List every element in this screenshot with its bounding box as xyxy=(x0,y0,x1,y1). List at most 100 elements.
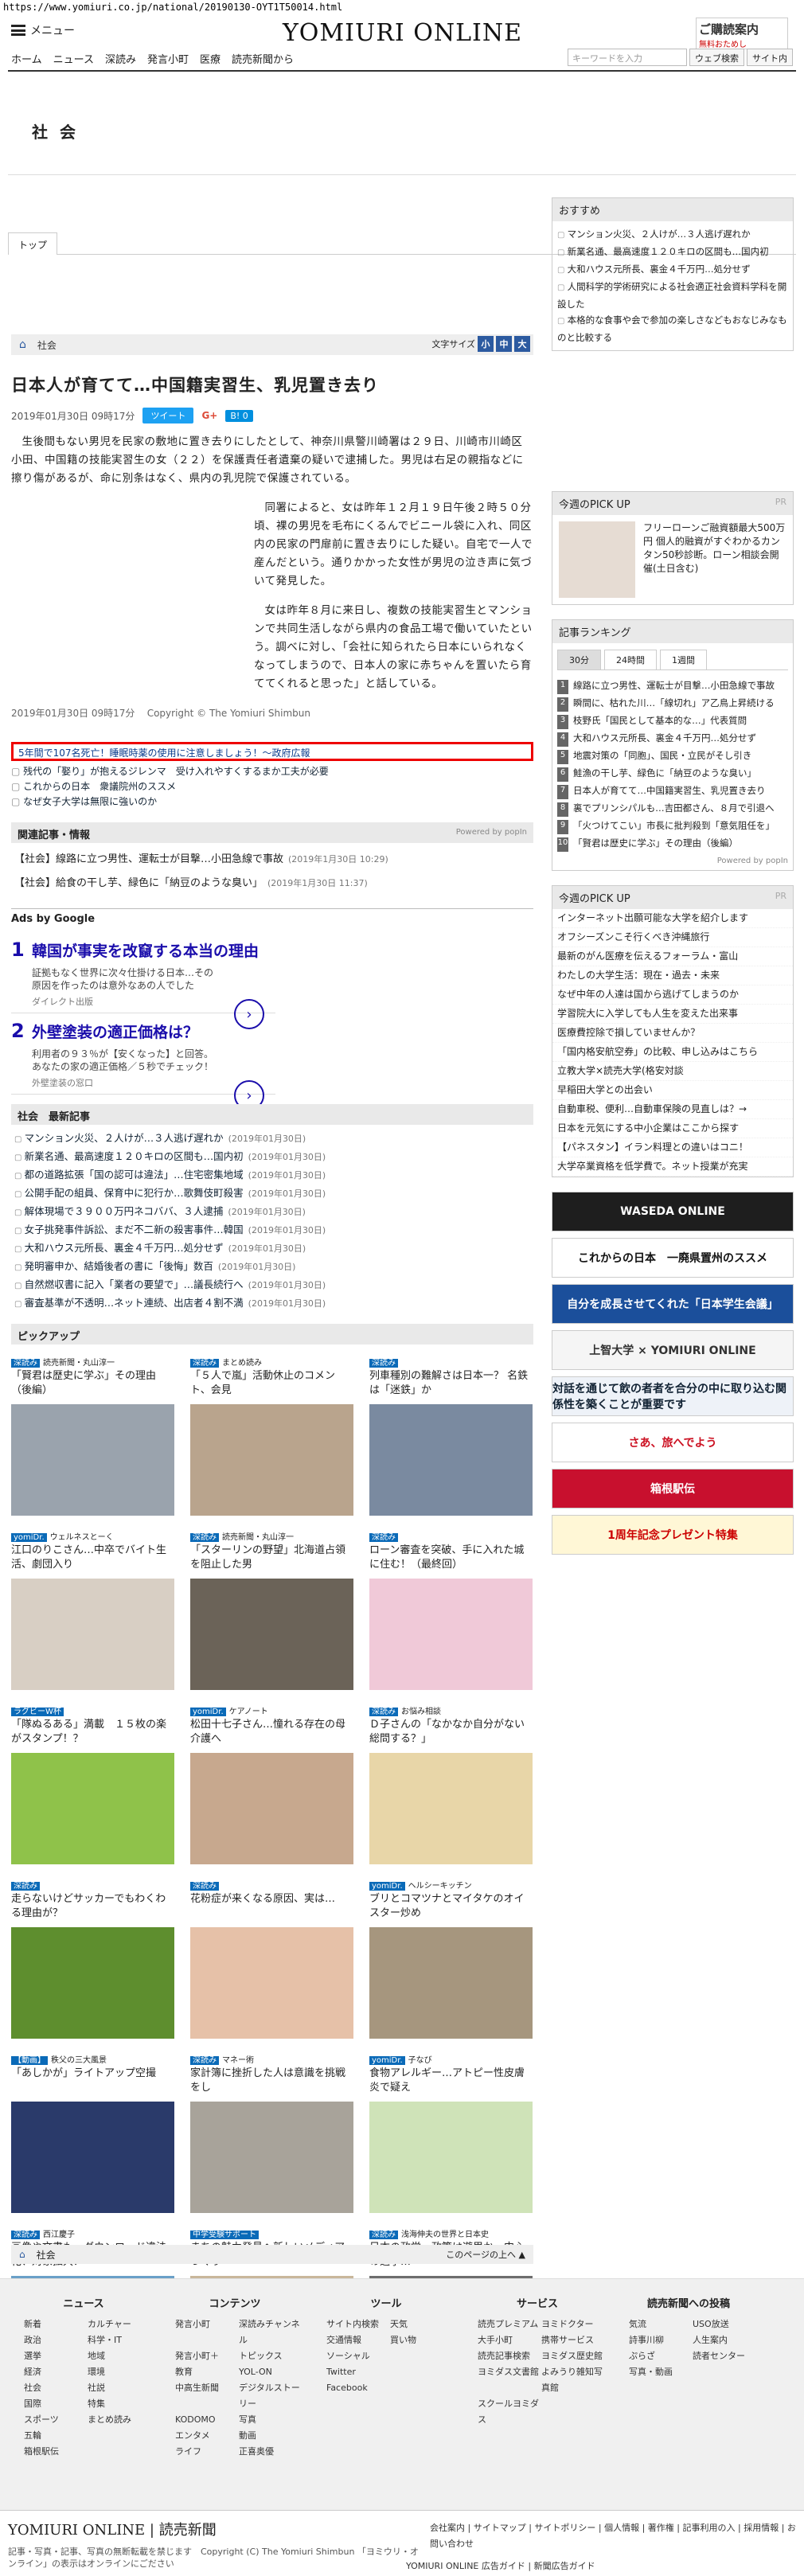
pickup2-item[interactable]: 大学卒業資格を低学費で。ネット授業が充実 xyxy=(552,1157,793,1177)
ranking-item[interactable]: 10 「賢君は歴史に学ぶ」その理由（後編） xyxy=(552,834,793,852)
pickup-card[interactable]: yomiDr. 子なび 食物アレルギー…アトピー性皮膚炎で疑え xyxy=(369,2053,533,2213)
footer-link[interactable]: 経済 xyxy=(24,2364,88,2380)
pickup-card[interactable]: 深読み 読売新聞・丸山淳一 「スターリンの野望」北海道占領を阻止した男 xyxy=(190,1530,353,1690)
pickup2-item[interactable]: 【パネスタン】イラン料理との違いはコニ！ xyxy=(552,1138,793,1157)
breadcrumb-section[interactable]: 社会 xyxy=(37,338,57,352)
home-icon[interactable]: ⌂ xyxy=(19,338,26,351)
promo-highlight-link[interactable]: 5年間で107名死亡！睡眠時薬の使用に注意しましょう！～政府広報 xyxy=(11,742,533,761)
gplus-button[interactable]: G+ xyxy=(201,410,217,421)
ranking-item[interactable]: 3 枝野氏「国民として基本的な…」代表質問 xyxy=(552,712,793,729)
footer-link[interactable]: 写真 xyxy=(239,2412,302,2428)
font-medium-button[interactable]: 中 xyxy=(496,336,512,352)
nav-item[interactable]: 発言小町 xyxy=(147,51,189,66)
home-icon[interactable]: ⌂ xyxy=(19,2249,25,2260)
tweet-button[interactable]: ツイート xyxy=(142,408,194,423)
footer-link[interactable]: 特集 xyxy=(88,2396,151,2412)
footer-link[interactable]: KODOMO xyxy=(175,2412,239,2428)
site-search-button[interactable]: サイト内 xyxy=(747,49,793,66)
footer-link[interactable]: 箱根駅伝 xyxy=(24,2444,88,2460)
recommend-item[interactable]: 大和ハウス元所長、裏金４千万円…処分せず xyxy=(552,261,793,279)
latest-item[interactable]: 自然燃収書に記入「業者の要望で」…議長続行へ (2019年01月30日) xyxy=(11,1276,533,1294)
footer-link[interactable]: 選挙 xyxy=(24,2348,88,2364)
recommend-item[interactable]: 新業名通、最高速度１２０キロの区間も…国内初 xyxy=(552,244,793,261)
ad-item[interactable]: 2 外壁塗装の適正価格は？ 利用者の９３％が【安くなった】と回答。あなたの家の適正価… xyxy=(11,1020,275,1110)
footer-link[interactable]: YOL-ON xyxy=(239,2364,302,2380)
pickup-card[interactable]: 深読み 花粉症が来くなる原因、実は… xyxy=(190,1879,353,2039)
font-large-button[interactable]: 大 xyxy=(514,336,530,352)
footer-link[interactable]: 環境 xyxy=(88,2364,151,2380)
footer-link[interactable]: 大手小町 xyxy=(478,2332,541,2348)
pickup-ad[interactable]: フリーローンご融資額最大500万円 個人的融資がすぐわかるカンタン50秒診断。ロ… xyxy=(552,515,793,604)
pickup2-item[interactable]: 医療費控除で損していませんか？ xyxy=(552,1024,793,1043)
footer-link[interactable]: 社会 xyxy=(24,2380,88,2396)
footer-link[interactable]: エンタメ xyxy=(175,2428,239,2444)
pickup2-item[interactable]: 最新のがん医療を伝えるフォーラム・富山 xyxy=(552,947,793,966)
pickup-card[interactable]: 深読み お悩み相談 Ｄ子さんの「なかなか自分がない総問する？」 xyxy=(369,1704,533,1864)
footer-link[interactable]: サイト内検索 xyxy=(326,2316,390,2332)
related-item[interactable]: 【社会】給食の干し芋、緑色に「納豆のような臭い」 (2019年1月30日 11:3… xyxy=(11,872,533,896)
footer-link[interactable]: ライフ xyxy=(175,2444,239,2460)
footer-link[interactable]: USO放送 xyxy=(693,2316,756,2332)
ranking-item[interactable]: 2 瞬間に、枯れた川…「線切れ」ア乙鳥上昇続ける xyxy=(552,694,793,712)
footer-link[interactable]: 社説 xyxy=(88,2380,151,2396)
web-search-button[interactable]: ウェブ検索 xyxy=(689,49,744,66)
pickup2-item[interactable]: 日本を元気にする中小企業はここから探す xyxy=(552,1119,793,1138)
recommend-item[interactable]: 人間科学的学術研究による社会適正社会資料学科を開設した xyxy=(552,279,793,312)
banner-ad[interactable]: 対話を通じて飲の者者を合分の中に取り込む関係性を築くことが重要です xyxy=(552,1376,794,1416)
pickup-card[interactable]: yomiDr. ウェルネスとーく 江口のりこさん…中卒でバイト生活、劇団入り xyxy=(11,1530,174,1690)
breadcrumb-section[interactable]: 社会 xyxy=(37,2248,56,2262)
pickup-card[interactable]: 深読み 読売新聞・丸山淳一 「賢君は歴史に学ぶ」その理由（後編） xyxy=(11,1356,174,1516)
footer-link[interactable]: ヨミダス歴史館 xyxy=(541,2348,605,2364)
pickup-card[interactable]: yomiDr. ヘルシーキッチン ブリとコマツナとマイタケのオイスター炒め xyxy=(369,1879,533,2039)
footer-link[interactable]: 五輪 xyxy=(24,2428,88,2444)
pickup2-item[interactable]: わたしの大学生活：現在・過去・未来 xyxy=(552,966,793,986)
footer-link[interactable]: 地域 xyxy=(88,2348,151,2364)
ad-guide-links[interactable]: YOMIURI ONLINE 広告ガイド | 新聞広告ガイド xyxy=(406,2559,595,2572)
footer-link[interactable]: よみうり雑知写真館 xyxy=(541,2364,605,2396)
footer-link[interactable]: 発言小町 xyxy=(175,2316,239,2348)
promo-link[interactable]: 残代の「娶り」が抱えるジレンマ 受け入れやすくするまか工夫が必要 xyxy=(11,764,533,779)
url-bar[interactable]: https://www.yomiuri.co.jp/national/20190… xyxy=(0,0,804,14)
pickup2-item[interactable]: 自動車税、便利…自動車保険の見直しは？→ xyxy=(552,1100,793,1119)
footer-link[interactable]: Facebook xyxy=(326,2380,390,2396)
footer-link[interactable]: 天気 xyxy=(390,2316,454,2332)
footer-link[interactable]: ヨミドクター xyxy=(541,2316,605,2332)
latest-item[interactable]: 都の道路拡張「国の認可は違法」…住宅密集地域 (2019年01月30日) xyxy=(11,1166,533,1185)
nav-item[interactable]: ホーム xyxy=(11,51,42,66)
ranking-item[interactable]: 4 大和ハウス元所長、裏金４千万円…処分せず xyxy=(552,729,793,747)
footer-link[interactable]: 正喜奥優 xyxy=(239,2444,302,2460)
pickup-card[interactable]: 深読み マネー術 家計簿に挫折した人は意識を挑戦をし xyxy=(190,2053,353,2213)
tab-top[interactable]: トップ xyxy=(8,232,58,255)
latest-item[interactable]: 新業名通、最高速度１２０キロの区間も…国内初 (2019年01月30日) xyxy=(11,1148,533,1166)
pickup2-item[interactable]: オフシーズンこそ行くべき沖縄旅行 xyxy=(552,928,793,947)
pickup2-item[interactable]: 学習院大に入学しても人生を変えた出来事 xyxy=(552,1005,793,1024)
nav-item[interactable]: ニュース xyxy=(53,51,94,66)
banner-ad[interactable]: 上智大学 × YOMIURI ONLINE xyxy=(552,1330,794,1370)
ranking-item[interactable]: 9 「火つけてこい」市長に批判殺到「意気阻任を」 xyxy=(552,817,793,834)
site-logo[interactable]: YOMIURI ONLINE xyxy=(283,19,522,47)
ad-item[interactable]: 1 韓国が事実を改竄する本当の理由 証拠もなく世界に次々仕掛ける日本…その原因を作っ… xyxy=(11,939,275,1029)
footer-link[interactable]: 読売記事検索 xyxy=(478,2348,541,2364)
footer-link[interactable]: ヨミダス文書館 xyxy=(478,2364,541,2396)
footer-link[interactable]: 深読みチャンネル xyxy=(239,2316,302,2348)
latest-item[interactable]: 大和ハウス元所長、裏金４千万円…処分せず (2019年01月30日) xyxy=(11,1239,533,1258)
ranking-tab[interactable]: 30分 xyxy=(557,650,601,669)
footer-link[interactable]: 買い物 xyxy=(390,2332,454,2348)
banner-ad[interactable]: 自分を成長させてくれた「日本学生会議」 xyxy=(552,1284,794,1324)
pickup-card[interactable]: 深読み 走らないけどサッカーでもわくわる理由が？ xyxy=(11,1879,174,2039)
footer-link[interactable]: まとめ読み xyxy=(88,2412,151,2428)
latest-item[interactable]: マンション火災、２人けが…３人逃げ遅れか (2019年01月30日) xyxy=(11,1130,533,1148)
footer-link[interactable]: Twitter xyxy=(326,2364,390,2380)
latest-item[interactable]: 解体現場で３９００万円ネコババ、３人逮捕 (2019年01月30日) xyxy=(11,1203,533,1221)
pickup2-item[interactable]: 立教大学×読売大学(格安対談 xyxy=(552,1062,793,1081)
footer-link[interactable]: 写真・動画 xyxy=(629,2364,693,2380)
ranking-tab[interactable]: 24時間 xyxy=(604,650,657,669)
pickup-card[interactable]: 深読み ローン審査を突破、手に入れた城に住む！（最終回） xyxy=(369,1530,533,1690)
footer-link[interactable]: 読売プレミアム xyxy=(478,2316,541,2332)
banner-ad[interactable]: WASEDA ONLINE xyxy=(552,1192,794,1231)
footer-link[interactable]: 動画 xyxy=(239,2428,302,2444)
promo-link[interactable]: これからの日本 衆議院州のススメ xyxy=(11,779,533,794)
footer-link[interactable]: 交通情報 xyxy=(326,2332,390,2348)
footer-link[interactable]: ぷらざ xyxy=(629,2348,693,2364)
latest-item[interactable]: 公開手配の組員、保育中に犯行か…歌舞伎町殺害 (2019年01月30日) xyxy=(11,1185,533,1203)
